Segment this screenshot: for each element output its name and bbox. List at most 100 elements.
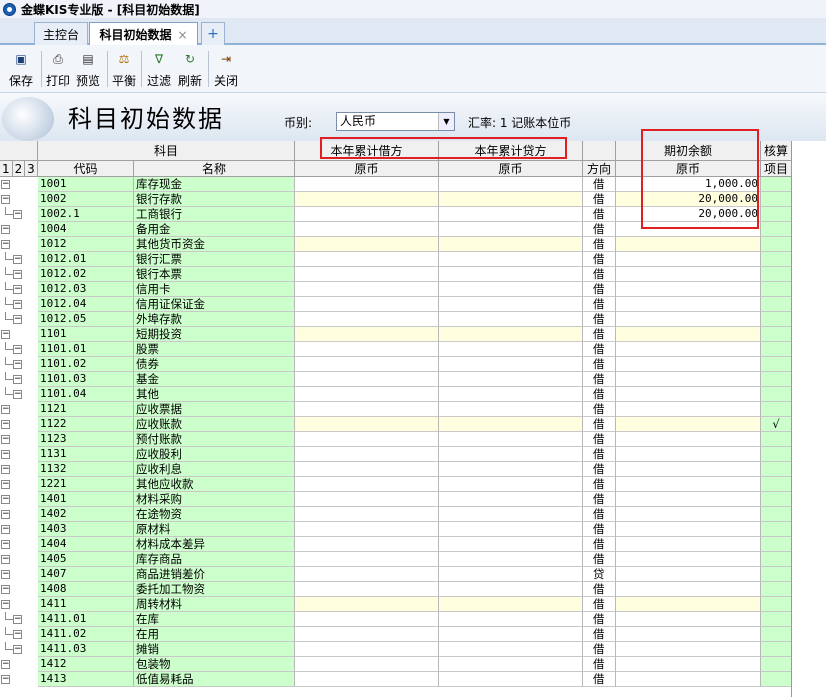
direction-cell[interactable]: 借 (583, 597, 616, 612)
collapse-icon[interactable]: − (1, 330, 10, 339)
audit-cell[interactable] (761, 507, 792, 522)
collapse-icon[interactable]: − (1, 570, 10, 579)
direction-cell[interactable]: 借 (583, 327, 616, 342)
table-row[interactable]: −1411.02在用借 (0, 627, 792, 642)
code-cell[interactable]: 1122 (38, 417, 134, 432)
audit-cell[interactable] (761, 597, 792, 612)
filter-button[interactable]: ∇过滤 (147, 51, 171, 91)
direction-cell[interactable]: 借 (583, 642, 616, 657)
name-cell[interactable]: 基金 (134, 372, 295, 387)
name-cell[interactable]: 在用 (134, 627, 295, 642)
direction-cell[interactable]: 借 (583, 357, 616, 372)
table-row[interactable]: −1012.03信用卡借 (0, 282, 792, 297)
name-cell[interactable]: 工商银行 (134, 207, 295, 222)
balance-cell[interactable] (616, 252, 761, 267)
name-cell[interactable]: 库存商品 (134, 552, 295, 567)
name-cell[interactable]: 应收账款 (134, 417, 295, 432)
code-cell[interactable]: 1412 (38, 657, 134, 672)
collapse-icon[interactable]: − (1, 600, 10, 609)
code-cell[interactable]: 1101.03 (38, 372, 134, 387)
direction-cell[interactable]: 借 (583, 537, 616, 552)
audit-cell[interactable] (761, 297, 792, 312)
code-cell[interactable]: 1101 (38, 327, 134, 342)
name-cell[interactable]: 周转材料 (134, 597, 295, 612)
ytd-debit-cell[interactable] (295, 327, 439, 342)
collapse-icon[interactable]: − (1, 435, 10, 444)
ytd-credit-cell[interactable] (439, 357, 583, 372)
ytd-debit-cell[interactable] (295, 522, 439, 537)
ytd-debit-cell[interactable] (295, 597, 439, 612)
ytd-credit-cell[interactable] (439, 492, 583, 507)
audit-cell[interactable] (761, 282, 792, 297)
direction-cell[interactable]: 借 (583, 417, 616, 432)
balance-cell[interactable] (616, 342, 761, 357)
ytd-credit-cell[interactable] (439, 462, 583, 477)
audit-cell[interactable] (761, 252, 792, 267)
audit-cell[interactable] (761, 492, 792, 507)
ytd-credit-cell[interactable] (439, 417, 583, 432)
ytd-debit-cell[interactable] (295, 507, 439, 522)
audit-cell[interactable] (761, 267, 792, 282)
audit-cell[interactable] (761, 552, 792, 567)
tab-home[interactable]: 主控台 (34, 22, 88, 45)
name-cell[interactable]: 包装物 (134, 657, 295, 672)
code-cell[interactable]: 1402 (38, 507, 134, 522)
balance-cell[interactable] (616, 237, 761, 252)
audit-cell[interactable] (761, 342, 792, 357)
ytd-credit-cell[interactable] (439, 432, 583, 447)
direction-cell[interactable]: 借 (583, 252, 616, 267)
collapse-icon[interactable]: − (1, 240, 10, 249)
audit-cell[interactable] (761, 462, 792, 477)
name-cell[interactable]: 委托加工物资 (134, 582, 295, 597)
collapse-icon[interactable]: − (1, 510, 10, 519)
table-row[interactable]: −1405库存商品借 (0, 552, 792, 567)
direction-cell[interactable]: 借 (583, 657, 616, 672)
ytd-credit-cell[interactable] (439, 582, 583, 597)
table-row[interactable]: −1402在途物资借 (0, 507, 792, 522)
direction-cell[interactable]: 借 (583, 432, 616, 447)
ytd-debit-cell[interactable] (295, 342, 439, 357)
direction-cell[interactable]: 借 (583, 192, 616, 207)
name-cell[interactable]: 材料成本差异 (134, 537, 295, 552)
ytd-credit-cell[interactable] (439, 402, 583, 417)
ytd-credit-cell[interactable] (439, 672, 583, 687)
name-cell[interactable]: 低值易耗品 (134, 672, 295, 687)
collapse-icon[interactable]: − (13, 255, 22, 264)
ytd-debit-cell[interactable] (295, 357, 439, 372)
collapse-icon[interactable]: − (13, 315, 22, 324)
balance-cell[interactable] (616, 567, 761, 582)
code-cell[interactable]: 1221 (38, 477, 134, 492)
name-cell[interactable]: 短期投资 (134, 327, 295, 342)
ytd-debit-cell[interactable] (295, 297, 439, 312)
table-row[interactable]: − 1404材料成本差异 借 (0, 537, 792, 552)
direction-cell[interactable]: 借 (583, 522, 616, 537)
code-cell[interactable]: 1012.04 (38, 297, 134, 312)
audit-cell[interactable] (761, 327, 792, 342)
name-cell[interactable]: 材料采购 (134, 492, 295, 507)
close-button[interactable]: ⇥关闭 (214, 51, 238, 91)
table-row[interactable]: −1221其他应收款借 (0, 477, 792, 492)
name-cell[interactable]: 应收票据 (134, 402, 295, 417)
ytd-debit-cell[interactable] (295, 192, 439, 207)
collapse-icon[interactable]: − (1, 465, 10, 474)
code-cell[interactable]: 1404 (38, 537, 134, 552)
collapse-icon[interactable]: − (1, 555, 10, 564)
name-cell[interactable]: 信用卡 (134, 282, 295, 297)
ytd-debit-cell[interactable] (295, 267, 439, 282)
balance-cell[interactable] (616, 462, 761, 477)
ytd-credit-cell[interactable] (439, 552, 583, 567)
balance-cell[interactable] (616, 597, 761, 612)
collapse-icon[interactable]: − (1, 540, 10, 549)
audit-cell[interactable] (761, 357, 792, 372)
ytd-credit-cell[interactable] (439, 627, 583, 642)
audit-cell[interactable] (761, 372, 792, 387)
direction-cell[interactable]: 借 (583, 582, 616, 597)
direction-cell[interactable]: 借 (583, 342, 616, 357)
table-row[interactable]: −1411.01在库借 (0, 612, 792, 627)
ytd-debit-cell[interactable] (295, 537, 439, 552)
ytd-credit-cell[interactable] (439, 522, 583, 537)
name-cell[interactable]: 外埠存款 (134, 312, 295, 327)
currency-select[interactable]: 人民币▼ (336, 112, 455, 131)
audit-cell[interactable] (761, 612, 792, 627)
balance-cell[interactable] (616, 372, 761, 387)
